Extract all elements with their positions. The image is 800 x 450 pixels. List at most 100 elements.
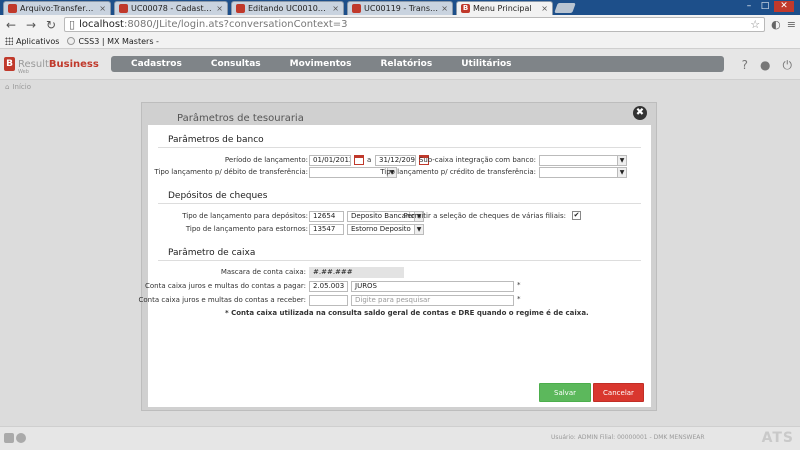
user-icon[interactable]: ● (760, 58, 770, 73)
section-divider (158, 147, 641, 148)
credito-label: Tipo lançamento p/ crédito de transferên… (380, 168, 536, 176)
footer-icons (4, 433, 26, 443)
browser-tab[interactable]: UC00119 - Transferência × (347, 1, 453, 15)
session-info: Usuário: ADMIN Filial: 00000001 - DMK ME… (551, 434, 705, 441)
save-button[interactable]: Salvar (539, 383, 591, 402)
parameters-dialog: Parâmetros de tesouraria ✖ Parâmetros de… (139, 102, 657, 411)
calendar-icon[interactable] (354, 155, 364, 165)
css3-icon (67, 37, 76, 45)
tab-favicon-icon (236, 4, 245, 13)
window-controls: – □ ✕ (742, 1, 794, 12)
browser-tabstrip: Arquivo:TransferenciaBan × UC00078 - Cad… (0, 0, 800, 15)
receber-search-input[interactable]: Digite para pesquisar (351, 295, 514, 306)
section-title-caixa: Parâmetro de caixa (168, 248, 256, 258)
dropdown-arrow-icon: ▼ (617, 156, 626, 165)
bookmark-star-icon[interactable]: ☆ (750, 18, 760, 31)
depositos-code-input[interactable]: 12654 (309, 211, 344, 222)
tab-favicon-icon: B (461, 4, 470, 13)
menu-cadastros[interactable]: Cadastros (131, 59, 182, 69)
app-footer: Usuário: ADMIN Filial: 00000001 - DMK ME… (0, 426, 800, 450)
browser-toolbar: ← → ↻ ▯ localhost:8080/JLite/login.ats?c… (0, 15, 800, 34)
browser-tab-active[interactable]: B Menu Principal × (456, 1, 553, 15)
keyboard-icon[interactable] (4, 433, 14, 443)
page-icon: ▯ (69, 18, 76, 31)
tab-label: UC00078 - Cadastro de p (131, 4, 213, 13)
receber-code-input[interactable] (309, 295, 348, 306)
window-close-icon[interactable]: ✕ (774, 1, 794, 12)
reload-icon[interactable]: ↻ (44, 18, 58, 32)
section-divider (158, 260, 641, 261)
help-icon[interactable]: ? (742, 58, 748, 73)
address-url: localhost:8080/JLite/login.ats?conversat… (79, 19, 746, 30)
bookmark-label: CSS3 | MX Masters - (78, 36, 159, 46)
bookmark-apps[interactable]: Aplicativos (5, 37, 59, 46)
tab-close-icon[interactable]: × (441, 4, 448, 13)
tab-close-icon[interactable]: × (332, 4, 339, 13)
back-arrow-icon[interactable]: ← (4, 18, 18, 32)
tab-close-icon[interactable]: × (541, 4, 548, 13)
pagar-label: Conta caixa juros e multas do contas a p… (144, 282, 306, 290)
tab-label: Menu Principal (473, 4, 532, 13)
apps-grid-icon (5, 37, 13, 45)
menu-utilitarios[interactable]: Utilitários (461, 59, 511, 69)
address-bar[interactable]: ▯ localhost:8080/JLite/login.ats?convers… (64, 17, 766, 32)
browser-tab[interactable]: UC00078 - Cadastro de p × (114, 1, 228, 15)
minimize-icon[interactable]: – (742, 1, 756, 12)
tab-favicon-icon (8, 4, 17, 13)
tab-close-icon[interactable]: × (99, 4, 106, 13)
pagar-code-input[interactable]: 2.05.003 (309, 281, 348, 292)
menu-icon[interactable]: ≡ (787, 18, 796, 31)
dialog-close-icon[interactable]: ✖ (633, 106, 647, 120)
receber-label: Conta caixa juros e multas do contas a r… (138, 296, 307, 304)
pagar-desc-input[interactable]: JUROS (351, 281, 514, 292)
credito-select[interactable]: ▼ (539, 167, 627, 178)
settings-icon[interactable] (16, 433, 26, 443)
required-mark: * (517, 281, 521, 289)
header-icons: ? ● ⏻ (742, 58, 792, 73)
section-title-banco: Parâmetros de banco (168, 135, 264, 145)
dialog-body: Parâmetros de banco Período de lançament… (139, 125, 651, 407)
app-logo[interactable]: B ResultBusiness Web (4, 57, 99, 75)
tab-close-icon[interactable]: × (216, 4, 223, 13)
url-host: localhost (79, 19, 124, 30)
logo-mark-icon: B (4, 57, 15, 71)
menu-movimentos[interactable]: Movimentos (290, 59, 352, 69)
menu-consultas[interactable]: Consultas (211, 59, 261, 69)
mascara-field: #.##.### (309, 267, 404, 278)
dropdown-arrow-icon: ▼ (617, 168, 626, 177)
browser-tab[interactable]: Editando UC00101 - Emis × (231, 1, 344, 15)
power-icon[interactable]: ⏻ (783, 58, 793, 73)
multi-filiais-checkbox[interactable]: ✔ (572, 211, 581, 220)
url-path: :8080/JLite/login.ats?conversationContex… (123, 19, 348, 30)
browser-tab[interactable]: Arquivo:TransferenciaBan × (3, 1, 111, 15)
extension-icon[interactable]: ◐ (771, 18, 781, 31)
depositos-label: Tipo de lançamento para depósitos: (182, 212, 308, 220)
periodo-to-input[interactable]: 31/12/2099 (375, 155, 416, 166)
estornos-select[interactable]: Estorno Deposito ▼ (347, 224, 424, 235)
maximize-icon[interactable]: □ (758, 1, 772, 12)
subcaixa-select[interactable]: ▼ (539, 155, 627, 166)
dropdown-arrow-icon: ▼ (414, 225, 423, 234)
breadcrumb: ⌂ Início (5, 83, 31, 91)
new-tab-button[interactable] (554, 3, 576, 13)
forward-arrow-icon[interactable]: → (24, 18, 38, 32)
menu-relatorios[interactable]: Relatórios (380, 59, 432, 69)
periodo-label: Período de lançamento: (224, 156, 308, 164)
logo-text: ResultBusiness (18, 59, 99, 70)
section-divider (158, 203, 641, 204)
bookmark-css3[interactable]: CSS3 | MX Masters - (67, 36, 159, 46)
logo-subtitle: Web (18, 69, 29, 75)
brand-prefix: Result (18, 58, 49, 70)
cancel-button[interactable]: Cancelar (593, 383, 644, 402)
required-mark: * (517, 295, 521, 303)
main-menu: Cadastros Consultas Movimentos Relatório… (111, 56, 724, 72)
home-icon[interactable]: ⌂ (5, 83, 9, 91)
estornos-code-input[interactable]: 13547 (309, 224, 344, 235)
tab-favicon-icon (352, 4, 361, 13)
tab-label: Editando UC00101 - Emis (248, 4, 329, 13)
tab-favicon-icon (119, 4, 128, 13)
periodo-from-input[interactable]: 01/01/2013 (309, 155, 351, 166)
bookmarks-bar: Aplicativos CSS3 | MX Masters - (0, 34, 800, 49)
breadcrumb-home[interactable]: Início (12, 83, 31, 91)
estornos-desc: Estorno Deposito (351, 225, 411, 233)
